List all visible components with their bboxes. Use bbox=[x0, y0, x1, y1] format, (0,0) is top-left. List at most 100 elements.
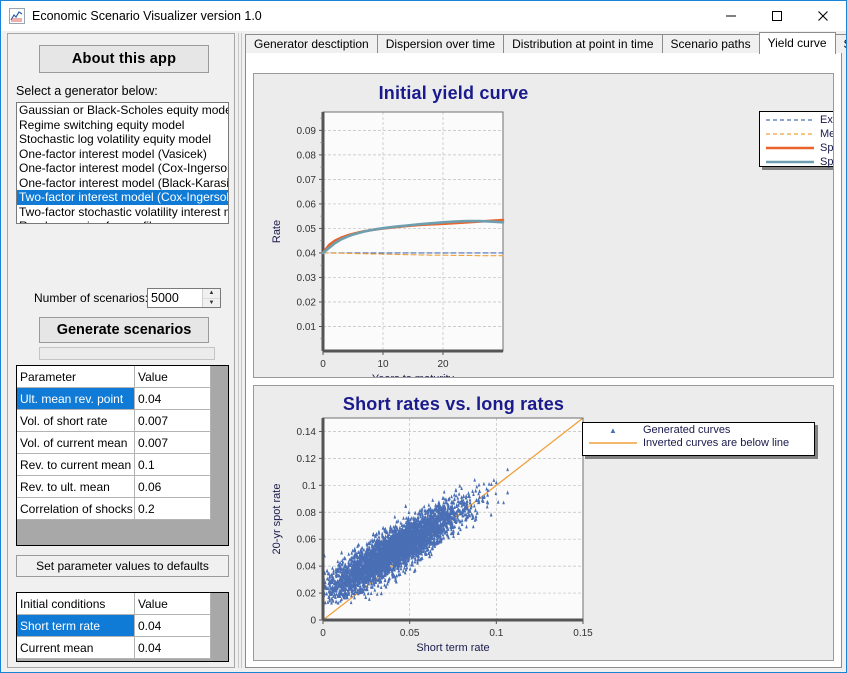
param-value-cell[interactable]: 0.1 bbox=[134, 453, 211, 476]
param-name-cell[interactable]: Correlation of shocks bbox=[17, 497, 135, 520]
svg-text:0.05: 0.05 bbox=[297, 224, 317, 235]
tab-statistics[interactable]: Statistics bbox=[834, 34, 846, 53]
svg-text:0.08: 0.08 bbox=[297, 150, 317, 161]
set-defaults-button[interactable]: Set parameter values to defaults bbox=[16, 555, 229, 577]
initial-value-cell[interactable]: 0.04 bbox=[134, 614, 211, 637]
reference-line-icon bbox=[589, 437, 637, 449]
tab-scenario-paths[interactable]: Scenario paths bbox=[661, 34, 760, 53]
tab-yield-curve[interactable]: Yield curve bbox=[758, 32, 836, 54]
title-bar: Economic Scenario Visualizer version 1.0 bbox=[1, 1, 846, 31]
legend-label: Spot rates: 84th percentile accumulation bbox=[820, 141, 834, 154]
svg-text:0.1: 0.1 bbox=[489, 628, 503, 639]
legend-entry: ▲ Generated curves bbox=[583, 423, 814, 436]
dashed-line-icon bbox=[766, 114, 814, 126]
chart1-title: Initial yield curve bbox=[378, 83, 529, 103]
svg-text:0.04: 0.04 bbox=[297, 248, 317, 259]
svg-text:0: 0 bbox=[320, 359, 326, 370]
column-header-initial-conditions: Initial conditions bbox=[17, 593, 135, 615]
list-item[interactable]: Gaussian or Black-Scholes equity model bbox=[17, 103, 228, 118]
list-item[interactable]: One-factor interest model (Cox-Ingersoll… bbox=[17, 161, 228, 176]
panel-splitter[interactable] bbox=[238, 33, 242, 668]
generator-listbox[interactable]: Gaussian or Black-Scholes equity model R… bbox=[16, 102, 229, 224]
list-item[interactable]: Read scenarios from a file bbox=[17, 219, 228, 223]
svg-text:0.14: 0.14 bbox=[297, 427, 317, 438]
number-of-scenarios-label: Number of scenarios: bbox=[34, 291, 149, 305]
param-name-cell[interactable]: Rev. to current mean bbox=[17, 453, 135, 476]
svg-text:0.15: 0.15 bbox=[573, 628, 593, 639]
table-row: Ult. mean rev. point 0.04 bbox=[17, 387, 211, 410]
left-control-panel: About this app Select a generator below:… bbox=[7, 33, 235, 668]
dashed-line-icon bbox=[766, 128, 814, 140]
param-name-cell[interactable]: Rev. to ult. mean bbox=[17, 475, 135, 498]
tab-generator-description[interactable]: Generator desctiption bbox=[245, 34, 378, 53]
right-content-panel: Generator desctiption Dispersion over ti… bbox=[245, 32, 846, 668]
initial-name-cell[interactable]: Current mean bbox=[17, 636, 135, 659]
generation-progress-bar bbox=[39, 347, 215, 360]
param-name-cell[interactable]: Ult. mean rev. point bbox=[17, 387, 135, 410]
chart1-canvas: 0.01 0.02 0.03 0.04 0.05 0.06 0.07 0.08 0.09 0 10 2… bbox=[271, 111, 505, 377]
svg-text:0.08: 0.08 bbox=[297, 508, 317, 519]
svg-text:Short term rate: Short term rate bbox=[416, 642, 489, 654]
minimize-button[interactable] bbox=[708, 1, 754, 31]
tab-dispersion-over-time[interactable]: Dispersion over time bbox=[376, 34, 505, 53]
param-value-cell[interactable]: 0.2 bbox=[134, 497, 211, 520]
window-controls bbox=[708, 1, 846, 31]
legend-label: Generated curves bbox=[643, 423, 731, 436]
param-value-cell[interactable]: 0.007 bbox=[134, 431, 211, 454]
generate-scenarios-button[interactable]: Generate scenarios bbox=[39, 317, 209, 343]
svg-text:Rate: Rate bbox=[271, 220, 283, 243]
list-item[interactable]: Regime switching equity model bbox=[17, 118, 228, 133]
scenarios-input[interactable]: 5000 bbox=[148, 289, 202, 307]
list-item[interactable]: One-factor interest model (Vasicek) bbox=[17, 147, 228, 162]
scatter-marker-icon: ▲ bbox=[589, 424, 637, 436]
param-name-cell[interactable]: Vol. of short rate bbox=[17, 409, 135, 432]
stepper-up-icon[interactable]: ▲ bbox=[203, 289, 220, 299]
initial-yield-curve-chart: Initial yield curve 0.01 0.02 0.03 0.04 0.05… bbox=[253, 73, 834, 378]
stepper-arrows[interactable]: ▲ ▼ bbox=[202, 289, 220, 307]
list-item[interactable]: Stochastic log volatility equity model bbox=[17, 132, 228, 147]
list-item-selected[interactable]: Two-factor interest model (Cox-Ingersoll… bbox=[17, 190, 228, 205]
number-of-scenarios-stepper[interactable]: 5000 ▲ ▼ bbox=[147, 288, 221, 308]
svg-text:0: 0 bbox=[310, 616, 316, 627]
table-row: Vol. of current mean 0.007 bbox=[17, 431, 211, 454]
close-button[interactable] bbox=[800, 1, 846, 31]
table-header-row: Initial conditions Value bbox=[17, 593, 211, 615]
svg-text:20: 20 bbox=[437, 359, 449, 370]
param-value-cell[interactable]: 0.007 bbox=[134, 409, 211, 432]
list-item[interactable]: Two-factor stochastic volatility interes… bbox=[17, 205, 228, 220]
legend-entry: Inverted curves are below line bbox=[583, 436, 814, 449]
table-row: Correlation of shocks 0.2 bbox=[17, 497, 211, 520]
svg-text:0.06: 0.06 bbox=[297, 535, 317, 546]
svg-text:▲: ▲ bbox=[609, 426, 617, 435]
list-item[interactable]: One-factor interest model (Black-Karasin… bbox=[17, 176, 228, 191]
parameter-table[interactable]: Parameter Value Ult. mean rev. point 0.0… bbox=[16, 365, 229, 546]
svg-text:0.03: 0.03 bbox=[297, 273, 317, 284]
legend-label: Inverted curves are below line bbox=[643, 436, 790, 449]
param-value-cell[interactable]: 0.06 bbox=[134, 475, 211, 498]
about-this-app-button[interactable]: About this app bbox=[39, 45, 209, 73]
initial-value-cell[interactable]: 0.04 bbox=[134, 636, 211, 659]
initial-name-cell[interactable]: Short term rate bbox=[17, 614, 135, 637]
legend-label: Spot rates: based on interest shock bbox=[820, 155, 834, 168]
table-header-row: Parameter Value bbox=[17, 366, 211, 388]
column-header-value: Value bbox=[134, 366, 211, 388]
tab-bar: Generator desctiption Dispersion over ti… bbox=[245, 32, 846, 54]
tab-distribution-at-point-in-time[interactable]: Distribution at point in time bbox=[503, 34, 663, 53]
param-name-cell[interactable]: Vol. of current mean bbox=[17, 431, 135, 454]
svg-text:10: 10 bbox=[377, 359, 389, 370]
chart2-legend: ▲ Generated curves Inverted curves are b… bbox=[582, 422, 815, 456]
legend-entry: Spot rates: based on interest shock bbox=[760, 155, 834, 168]
svg-text:20-yr spot rate: 20-yr spot rate bbox=[271, 484, 283, 555]
stepper-down-icon[interactable]: ▼ bbox=[203, 299, 220, 308]
window-title: Economic Scenario Visualizer version 1.0 bbox=[32, 9, 262, 23]
table-row: Short term rate 0.04 bbox=[17, 614, 211, 637]
app-icon bbox=[9, 8, 25, 24]
solid-line-icon bbox=[766, 142, 814, 154]
maximize-button[interactable] bbox=[754, 1, 800, 31]
svg-text:0.04: 0.04 bbox=[297, 562, 317, 573]
param-value-cell[interactable]: 0.04 bbox=[134, 387, 211, 410]
svg-text:0.09: 0.09 bbox=[297, 126, 317, 137]
svg-text:0: 0 bbox=[320, 628, 326, 639]
svg-text:Years to maturity: Years to maturity bbox=[372, 373, 455, 377]
initial-conditions-table[interactable]: Initial conditions Value Short term rate… bbox=[16, 592, 229, 662]
